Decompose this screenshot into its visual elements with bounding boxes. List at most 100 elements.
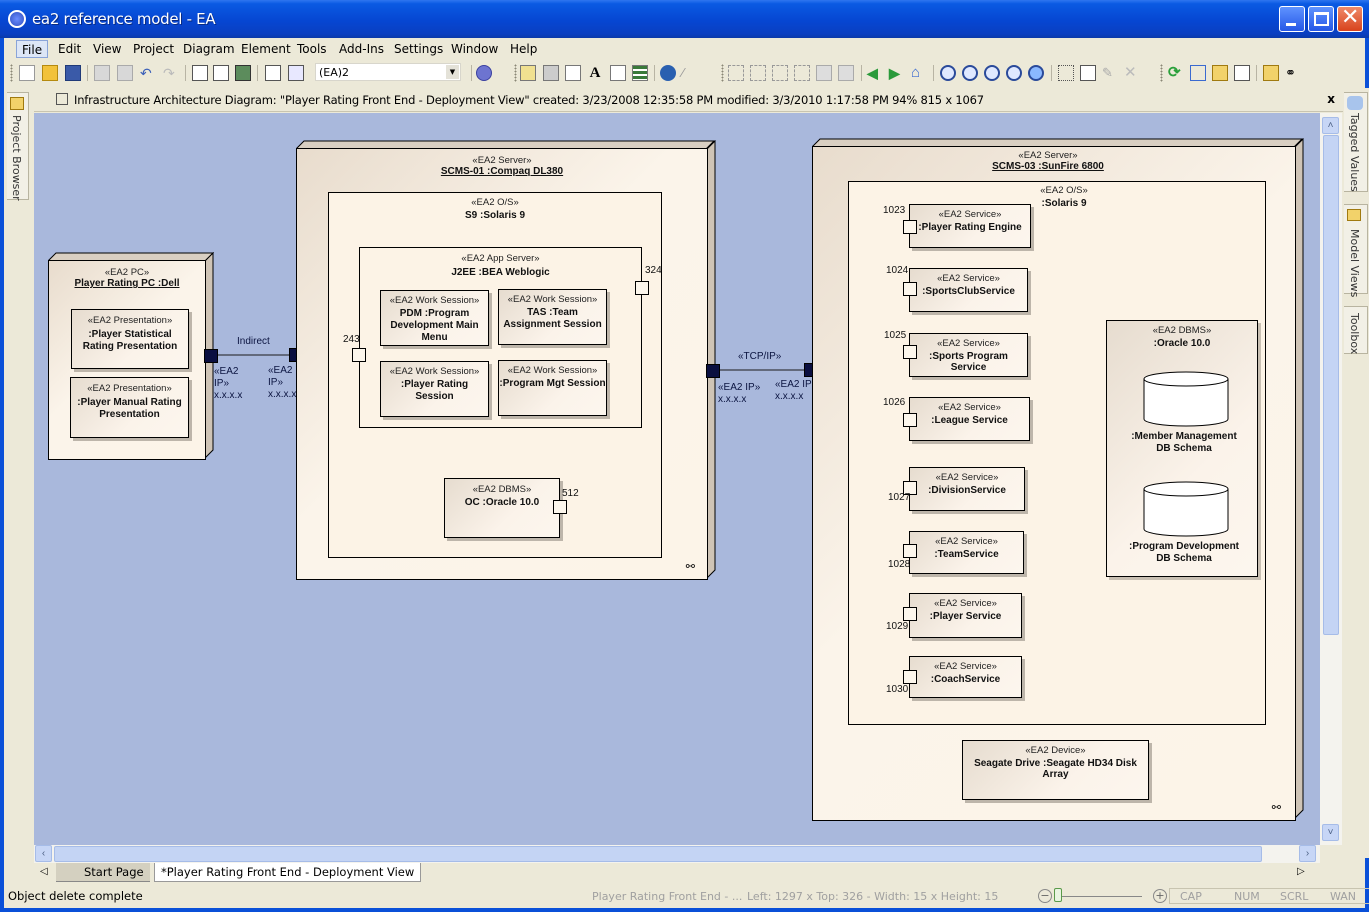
zoom-page-icon[interactable]: [1028, 65, 1044, 81]
refresh-icon[interactable]: ⟳: [1168, 65, 1184, 81]
align-right-icon[interactable]: [750, 65, 766, 81]
close-button[interactable]: ✕: [1337, 5, 1363, 32]
scroll-right-button[interactable]: ›: [1299, 845, 1316, 862]
dock-tab-model-views[interactable]: Model Views: [1344, 204, 1368, 297]
presentation-box[interactable]: «EA2 Presentation» :Player Manual Rating…: [70, 377, 189, 438]
dock-tab-project-browser[interactable]: Project Browser: [7, 92, 29, 201]
copy-icon[interactable]: [94, 65, 110, 81]
maximize-button[interactable]: [1308, 6, 1334, 32]
zoom-100-icon[interactable]: [984, 65, 1000, 81]
service-box[interactable]: «EA2 Service»:CoachService: [909, 656, 1022, 698]
appearance-icon[interactable]: [543, 65, 559, 81]
service-port[interactable]: [903, 607, 917, 621]
ip-port-pc[interactable]: [204, 349, 218, 363]
element-properties-icon[interactable]: [520, 65, 536, 81]
open-icon[interactable]: [42, 65, 58, 81]
help-icon[interactable]: [476, 65, 492, 81]
service-box[interactable]: «EA2 Service»:SportsClubService: [909, 268, 1028, 312]
new-icon[interactable]: [19, 65, 35, 81]
ip-port-server1-out[interactable]: [706, 364, 720, 378]
workspace-combo[interactable]: (EA)2 ▼: [315, 63, 461, 81]
service-box[interactable]: «EA2 Service»:DivisionService: [909, 467, 1025, 511]
schema-name[interactable]: :Member Management DB Schema: [1127, 431, 1241, 455]
toolbar-grip[interactable]: [10, 64, 13, 82]
work-session-box[interactable]: «EA2 Work Session» :Player Rating Sessio…: [380, 361, 489, 417]
toolbar-grip[interactable]: [514, 64, 517, 82]
hierarchy-icon[interactable]: [1190, 65, 1206, 81]
forward-icon[interactable]: ▶: [889, 65, 905, 81]
dock-tab-tagged-values[interactable]: Tagged Values: [1344, 92, 1368, 192]
service-box[interactable]: «EA2 Service»:Sports Program Service: [909, 333, 1028, 377]
layout-icon[interactable]: [1058, 65, 1074, 81]
tab-deployment-view[interactable]: *Player Rating Front End - Deployment Vi…: [154, 863, 422, 882]
menu-file[interactable]: File: [16, 40, 49, 58]
align-top-icon[interactable]: [772, 65, 788, 81]
tab-start-page[interactable]: Start Page: [56, 863, 150, 882]
work-session-box[interactable]: «EA2 Work Session» :Program Mgt Session: [498, 360, 607, 416]
port-324[interactable]: [635, 281, 649, 295]
close-diagram-button[interactable]: x: [1327, 92, 1335, 106]
print-icon[interactable]: [235, 65, 251, 81]
service-box[interactable]: «EA2 Service»:Player Service: [909, 593, 1022, 638]
zoom-in-slider-icon[interactable]: +: [1153, 889, 1167, 903]
document-icon[interactable]: [1234, 65, 1250, 81]
align-bottom-icon[interactable]: [794, 65, 810, 81]
print-preview-icon[interactable]: [192, 65, 208, 81]
menu-window[interactable]: Window: [446, 40, 503, 58]
presentation-box[interactable]: «EA2 Presentation» :Player Statistical R…: [71, 309, 189, 369]
horizontal-scroll-thumb[interactable]: [54, 846, 1262, 862]
zoom-out-slider-icon[interactable]: −: [1038, 889, 1052, 903]
paste-icon[interactable]: [117, 65, 133, 81]
save-icon[interactable]: [65, 65, 81, 81]
service-port[interactable]: [903, 670, 917, 684]
zoom-in-icon[interactable]: [940, 65, 956, 81]
menu-add-ins[interactable]: Add-Ins: [334, 40, 389, 58]
redo-icon[interactable]: ↷: [163, 65, 179, 81]
send-backward-icon[interactable]: [838, 65, 854, 81]
bring-forward-icon[interactable]: [816, 65, 832, 81]
zoom-slider-track[interactable]: [1054, 896, 1142, 897]
tab-scroll-right-icon[interactable]: ▷: [1297, 866, 1305, 877]
device-box[interactable]: «EA2 Device» Seagate Drive :Seagate HD34…: [962, 740, 1149, 800]
page-setup-icon[interactable]: [213, 65, 229, 81]
feature-list-icon[interactable]: [632, 65, 648, 81]
dbms-box-oracle[interactable]: «EA2 DBMS» :Oracle 10.0 :Member Manageme…: [1106, 320, 1258, 577]
find-folder-icon[interactable]: [1263, 65, 1279, 81]
notes-icon[interactable]: [565, 65, 581, 81]
back-icon[interactable]: ◀: [867, 65, 883, 81]
dock-tab-toolbox[interactable]: Toolbox: [1344, 306, 1368, 354]
connector-icon[interactable]: ⁄: [682, 65, 698, 81]
vertical-scroll-thumb[interactable]: [1323, 135, 1339, 635]
scroll-up-button[interactable]: ˄: [1322, 117, 1339, 134]
port-512[interactable]: [553, 500, 567, 514]
diagram-canvas[interactable]: «EA2 PC» Player Rating PC :Dell «EA2 Pre…: [34, 113, 1320, 845]
menu-project[interactable]: Project: [128, 40, 179, 58]
service-port[interactable]: [903, 345, 917, 359]
menu-diagram[interactable]: Diagram: [178, 40, 240, 58]
menu-view[interactable]: View: [88, 40, 126, 58]
service-box[interactable]: «EA2 Service»:TeamService: [909, 531, 1024, 574]
service-port[interactable]: [903, 413, 917, 427]
scroll-down-button[interactable]: ˅: [1322, 824, 1339, 841]
port-243[interactable]: [352, 348, 366, 362]
undo-icon[interactable]: ↶: [140, 65, 156, 81]
service-box[interactable]: «EA2 Service»:Player Rating Engine: [909, 204, 1031, 248]
schema-name[interactable]: :Program Development DB Schema: [1127, 541, 1241, 565]
service-box[interactable]: «EA2 Service»:League Service: [909, 397, 1030, 441]
properties-icon[interactable]: [1080, 65, 1096, 81]
menu-edit[interactable]: Edit: [53, 40, 86, 58]
list-icon[interactable]: [265, 65, 281, 81]
horizontal-scrollbar[interactable]: ‹ ›: [34, 845, 1320, 863]
search-icon[interactable]: [288, 65, 304, 81]
dbms-box-oc[interactable]: «EA2 DBMS» OC :Oracle 10.0: [444, 478, 560, 538]
chevron-down-icon[interactable]: ▼: [446, 65, 459, 79]
menu-tools[interactable]: Tools: [292, 40, 332, 58]
menu-element[interactable]: Element: [236, 40, 296, 58]
menu-help[interactable]: Help: [505, 40, 542, 58]
zoom-fit-icon[interactable]: [1006, 65, 1022, 81]
align-left-icon[interactable]: [728, 65, 744, 81]
service-port[interactable]: [903, 220, 917, 234]
zoom-slider-handle[interactable]: [1054, 888, 1062, 902]
font-icon[interactable]: A: [587, 65, 603, 81]
toolbar-grip[interactable]: [721, 64, 724, 82]
